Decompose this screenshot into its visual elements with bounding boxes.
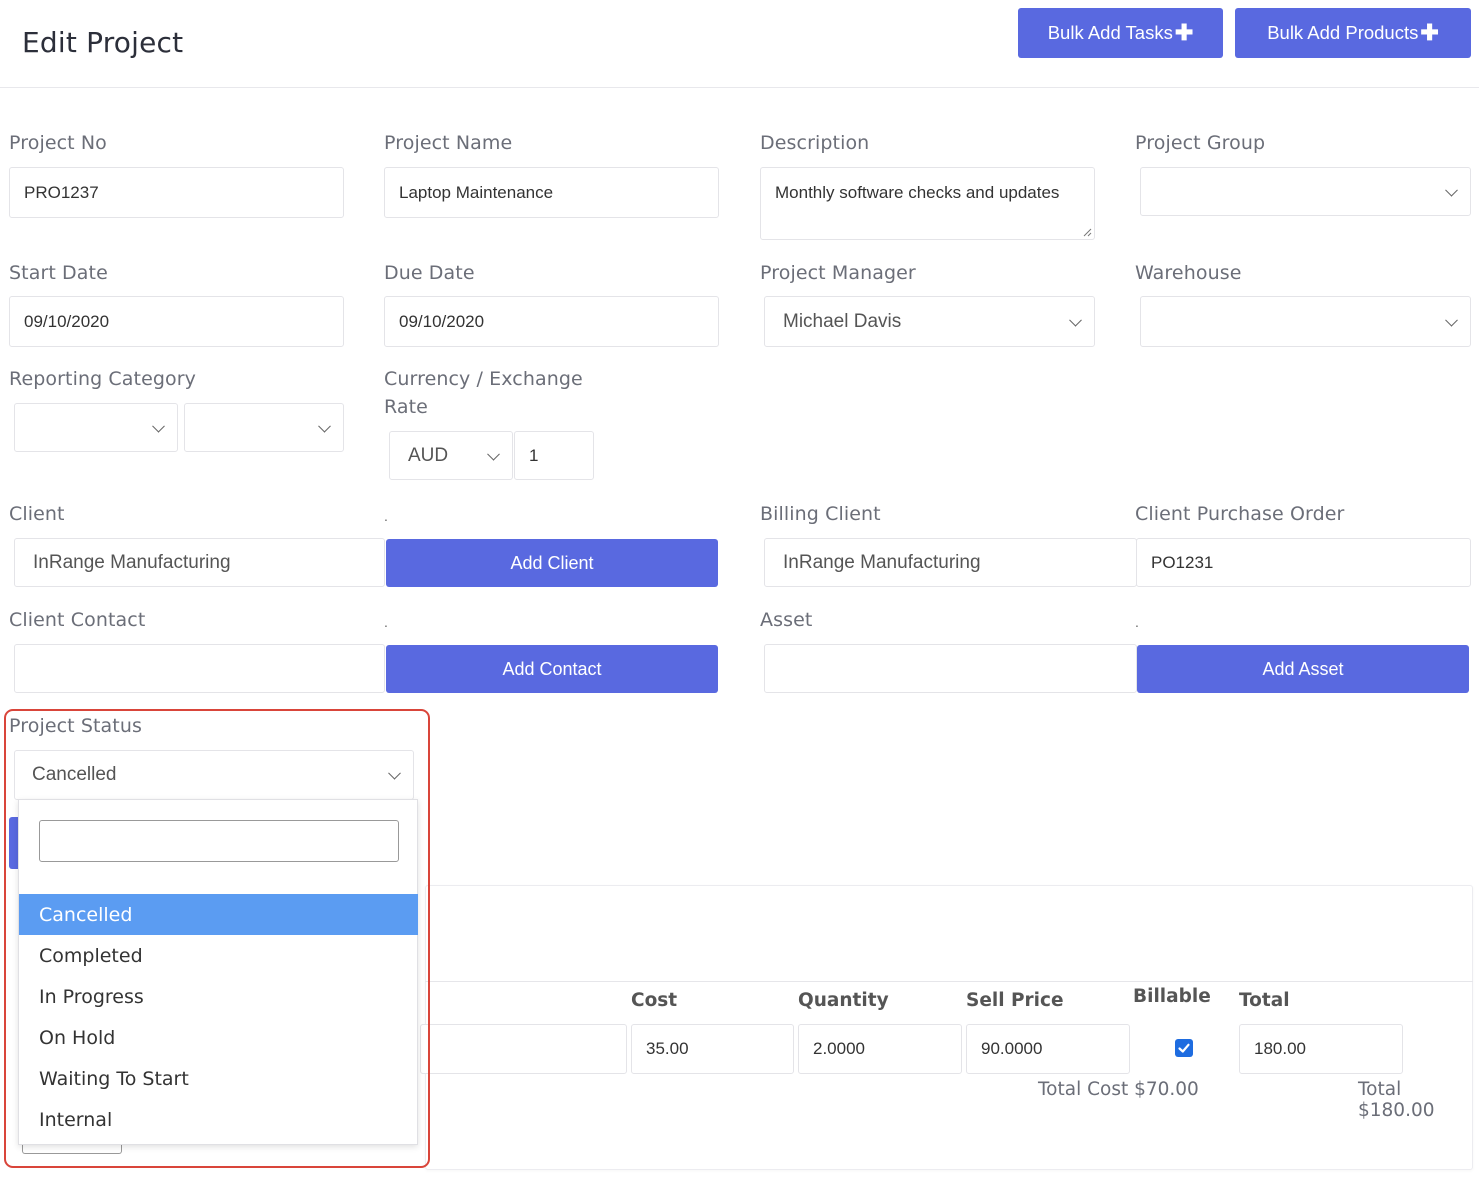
- bulk-add-products-button[interactable]: Bulk Add Products ✚: [1235, 8, 1471, 58]
- reporting-category-label: Reporting Category: [9, 368, 196, 390]
- total-cost-text: Total Cost $70.00: [1038, 1079, 1199, 1100]
- project-name-value: Laptop Maintenance: [399, 182, 554, 202]
- line-total-value: 180.00: [1254, 1039, 1306, 1058]
- line-total-input[interactable]: 180.00: [1239, 1024, 1403, 1074]
- due-date-input[interactable]: 09/10/2020: [384, 296, 719, 347]
- column-header-sell-price: Sell Price: [966, 990, 1064, 1011]
- chevron-down-icon: [1069, 313, 1082, 327]
- currency-label-line2: Rate: [384, 396, 428, 418]
- plus-icon: ✚: [1420, 20, 1439, 45]
- project-manager-value: Michael Davis: [783, 310, 902, 332]
- line-quantity-value: 2.0000: [813, 1039, 865, 1058]
- exchange-rate-value: 1: [529, 445, 539, 465]
- due-date-label: Due Date: [384, 262, 475, 284]
- asset-input[interactable]: [764, 644, 1137, 693]
- asset-label: Asset: [760, 609, 813, 631]
- project-no-value: PRO1237: [24, 182, 99, 202]
- bulk-add-products-label: Bulk Add Products: [1267, 22, 1419, 43]
- chevron-down-icon: [1445, 183, 1458, 197]
- total-text: Total $180.00: [1358, 1079, 1435, 1121]
- line-cost-value: 35.00: [646, 1039, 689, 1058]
- line-cost-input[interactable]: 35.00: [631, 1024, 794, 1074]
- warehouse-label: Warehouse: [1135, 262, 1242, 284]
- chevron-down-icon: [487, 447, 500, 461]
- spacer-dot: .: [384, 508, 388, 524]
- reporting-category-select-2[interactable]: [184, 403, 344, 452]
- page-title: Edit Project: [22, 26, 184, 59]
- line-sell-price-input[interactable]: 90.0000: [966, 1024, 1130, 1074]
- bulk-add-tasks-label: Bulk Add Tasks: [1047, 22, 1173, 43]
- start-date-input[interactable]: 09/10/2020: [9, 296, 344, 347]
- add-contact-button[interactable]: Add Contact: [386, 645, 718, 693]
- column-header-cost: Cost: [631, 990, 678, 1011]
- description-label: Description: [760, 132, 870, 154]
- due-date-value: 09/10/2020: [399, 311, 485, 331]
- column-header-quantity: Quantity: [798, 990, 889, 1011]
- spacer-dot: .: [384, 614, 388, 630]
- currency-select[interactable]: AUD: [389, 431, 513, 480]
- project-manager-select[interactable]: Michael Davis: [764, 296, 1095, 347]
- project-group-select[interactable]: [1140, 167, 1471, 216]
- line-sell-price-value: 90.0000: [981, 1039, 1043, 1058]
- project-group-label: Project Group: [1135, 132, 1266, 154]
- billing-client-label: Billing Client: [760, 503, 881, 525]
- column-header-billable: Billable: [1133, 986, 1211, 1007]
- client-contact-label: Client Contact: [9, 609, 146, 631]
- project-name-input[interactable]: Laptop Maintenance: [384, 167, 719, 218]
- add-asset-label: Add Asset: [1262, 658, 1344, 679]
- currency-value: AUD: [408, 444, 449, 466]
- project-manager-label: Project Manager: [760, 262, 916, 284]
- chevron-down-icon: [152, 419, 165, 433]
- header-divider: [0, 87, 1479, 88]
- project-no-label: Project No: [9, 132, 107, 154]
- add-contact-label: Add Contact: [502, 658, 602, 679]
- client-po-label: Client Purchase Order: [1135, 503, 1345, 525]
- billing-client-value: InRange Manufacturing: [783, 551, 981, 573]
- client-po-value: PO1231: [1151, 552, 1214, 572]
- highlight-box: [4, 709, 430, 1168]
- checkmark-icon: [1178, 1043, 1190, 1053]
- exchange-rate-input[interactable]: 1: [514, 431, 594, 480]
- line-quantity-input[interactable]: 2.0000: [798, 1024, 962, 1074]
- client-input[interactable]: InRange Manufacturing: [14, 538, 385, 587]
- project-name-label: Project Name: [384, 132, 513, 154]
- resize-handle-icon[interactable]: [1082, 227, 1092, 237]
- spacer-dot: .: [1135, 614, 1139, 630]
- description-textarea[interactable]: Monthly software checks and updates: [760, 167, 1095, 240]
- add-asset-button[interactable]: Add Asset: [1137, 645, 1469, 693]
- line-items-divider: [425, 981, 1473, 982]
- chevron-down-icon: [1445, 313, 1458, 327]
- chevron-down-icon: [318, 419, 331, 433]
- start-date-label: Start Date: [9, 262, 108, 284]
- add-client-label: Add Client: [510, 552, 594, 573]
- warehouse-select[interactable]: [1140, 296, 1471, 347]
- client-contact-input[interactable]: [14, 644, 385, 693]
- billable-checkbox[interactable]: [1175, 1039, 1193, 1057]
- client-label: Client: [9, 503, 65, 525]
- billing-client-input[interactable]: InRange Manufacturing: [764, 538, 1137, 587]
- bulk-add-tasks-button[interactable]: Bulk Add Tasks ✚: [1018, 8, 1223, 58]
- line-description-input[interactable]: [420, 1024, 627, 1074]
- description-value: Monthly software checks and updates: [775, 183, 1060, 202]
- start-date-value: 09/10/2020: [24, 311, 110, 331]
- project-no-input[interactable]: PRO1237: [9, 167, 344, 218]
- plus-icon: ✚: [1174, 20, 1194, 45]
- reporting-category-select-1[interactable]: [14, 403, 178, 452]
- client-po-input[interactable]: PO1231: [1136, 538, 1471, 587]
- client-value: InRange Manufacturing: [33, 551, 231, 573]
- currency-label-line1: Currency / Exchange: [384, 368, 583, 390]
- add-client-button[interactable]: Add Client: [386, 539, 718, 587]
- column-header-total: Total: [1239, 990, 1290, 1011]
